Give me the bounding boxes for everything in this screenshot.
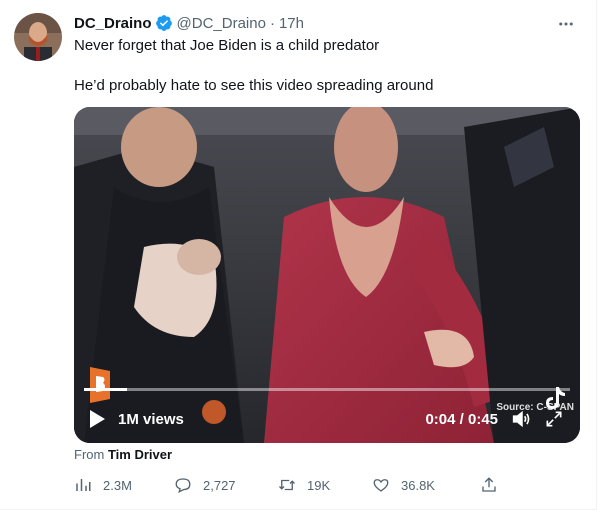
tweet-header: DC_Draino @DC_Draino · 17h xyxy=(74,13,576,33)
tweet-action-bar: 2.3M 2,727 19K 36.8K xyxy=(74,474,504,496)
watermark-logo-icon xyxy=(88,365,112,405)
video-frame xyxy=(74,107,580,443)
analytics-icon xyxy=(76,479,91,491)
reply-count: 2,727 xyxy=(203,477,236,493)
tweet-text: Never forget that Joe Biden is a child p… xyxy=(74,36,574,116)
tweet-text-line: Never forget that Joe Biden is a child p… xyxy=(74,37,380,54)
like-count: 36.8K xyxy=(401,477,435,493)
video-attribution: From Tim Driver xyxy=(74,447,172,462)
video-player[interactable]: Source: C-SPAN 1M views 0:04 / 0:45 xyxy=(74,107,580,443)
retweet-count: 19K xyxy=(307,477,331,493)
display-name[interactable]: DC_Draino xyxy=(74,15,152,32)
volume-icon[interactable] xyxy=(510,408,532,430)
heart-icon xyxy=(373,479,389,492)
retweet-button[interactable]: 19K xyxy=(278,474,330,496)
more-options-icon[interactable] xyxy=(556,14,576,34)
fullscreen-icon[interactable] xyxy=(544,409,564,429)
separator-dot: · xyxy=(269,14,275,32)
user-handle[interactable]: @DC_Draino xyxy=(177,15,266,32)
reply-button[interactable]: 2,727 xyxy=(174,474,236,496)
video-view-count: 1M views xyxy=(118,411,184,428)
tweet-card[interactable]: DC_Draino @DC_Draino · 17h Never forget … xyxy=(0,0,597,510)
video-time: 0:04 / 0:45 xyxy=(425,411,498,428)
attribution-name[interactable]: Tim Driver xyxy=(108,447,172,462)
views-button[interactable]: 2.3M xyxy=(74,474,132,496)
attribution-prefix: From xyxy=(74,447,105,462)
play-icon[interactable] xyxy=(88,409,106,429)
verified-badge-icon xyxy=(155,15,172,31)
retweet-icon xyxy=(279,479,295,491)
video-progress-bar[interactable] xyxy=(84,388,570,391)
video-progress-fill xyxy=(84,388,128,391)
reply-icon xyxy=(175,478,191,494)
views-count: 2.3M xyxy=(103,477,132,493)
tweet-text-line: He’d probably hate to see this video spr… xyxy=(74,77,434,94)
share-button[interactable] xyxy=(480,474,509,496)
like-button[interactable]: 36.8K xyxy=(372,474,435,496)
avatar[interactable] xyxy=(14,13,62,61)
share-icon xyxy=(482,477,496,492)
tweet-timestamp[interactable]: 17h xyxy=(279,15,304,32)
